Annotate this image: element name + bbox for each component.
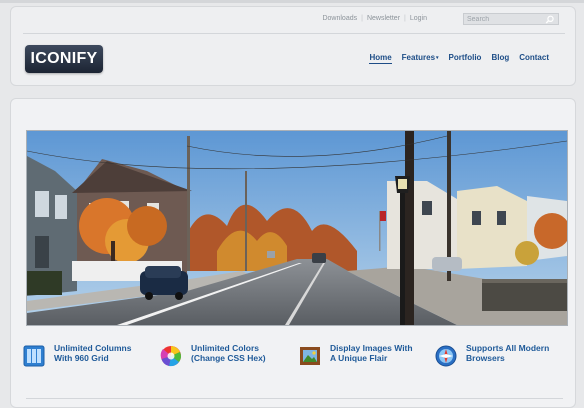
header-divider [23, 33, 565, 34]
feature-colors-text: Unlimited Colors (Change CSS Hex) [191, 343, 266, 363]
feature-images-line2: A Unique Flair [330, 353, 388, 363]
feature-colors[interactable]: Unlimited Colors (Change CSS Hex) [160, 343, 266, 373]
nav-contact[interactable]: Contact [519, 53, 549, 64]
chevron-down-icon: ▾ [436, 55, 439, 61]
search-icon[interactable] [545, 15, 555, 24]
feature-colors-line1: Unlimited Colors [191, 343, 260, 353]
login-link[interactable]: Login [410, 15, 427, 22]
search-box [463, 13, 559, 25]
feature-columns-line1: Unlimited Columns [54, 343, 132, 353]
nav-blog[interactable]: Blog [491, 53, 509, 64]
newsletter-link[interactable]: Newsletter [367, 15, 400, 22]
downloads-link[interactable]: Downloads [322, 15, 357, 22]
globe-browser-icon [435, 345, 457, 367]
nav-home[interactable]: Home [369, 53, 392, 64]
framed-picture-icon [300, 347, 320, 365]
content-divider [26, 398, 563, 399]
feature-images-line1: Display Images With [330, 343, 413, 353]
nav-features[interactable]: Features▾ [402, 53, 439, 64]
separator: | [361, 15, 363, 22]
separator: | [404, 15, 406, 22]
hero-image [26, 130, 568, 326]
feature-columns-text: Unlimited Columns With 960 Grid [54, 343, 131, 363]
feature-columns[interactable]: Unlimited Columns With 960 Grid [23, 343, 131, 373]
site-logo[interactable]: ICONIFY [25, 45, 103, 73]
nav-features-label: Features [401, 53, 436, 62]
street-scene-picture [27, 131, 567, 325]
feature-browsers[interactable]: Supports All Modern Browsers [435, 343, 549, 373]
utility-links: Downloads | Newsletter | Login [322, 15, 427, 22]
feature-browsers-text: Supports All Modern Browsers [466, 343, 549, 363]
content-panel: Unlimited Columns With 960 Grid Unlimite… [10, 98, 576, 408]
search-input[interactable] [464, 14, 547, 24]
feature-browsers-line1: Supports All Modern [466, 343, 550, 353]
feature-images-text: Display Images With A Unique Flair [330, 343, 413, 363]
color-wheel-icon [160, 346, 181, 367]
feature-columns-line2: With 960 Grid [54, 353, 109, 363]
nav-portfolio[interactable]: Portfolio [449, 53, 482, 64]
feature-row: Unlimited Columns With 960 Grid Unlimite… [23, 343, 563, 379]
feature-colors-line2: (Change CSS Hex) [191, 353, 266, 363]
top-border [0, 0, 584, 3]
feature-browsers-line2: Browsers [466, 353, 505, 363]
site-header: Downloads | Newsletter | Login ICONIFY Home … [10, 6, 576, 86]
grid-columns-icon [23, 345, 45, 367]
main-nav: Home Features▾ Portfolio Blog Contact [369, 53, 549, 64]
feature-images[interactable]: Display Images With A Unique Flair [299, 343, 413, 373]
utility-bar: Downloads | Newsletter | Login [15, 7, 575, 32]
